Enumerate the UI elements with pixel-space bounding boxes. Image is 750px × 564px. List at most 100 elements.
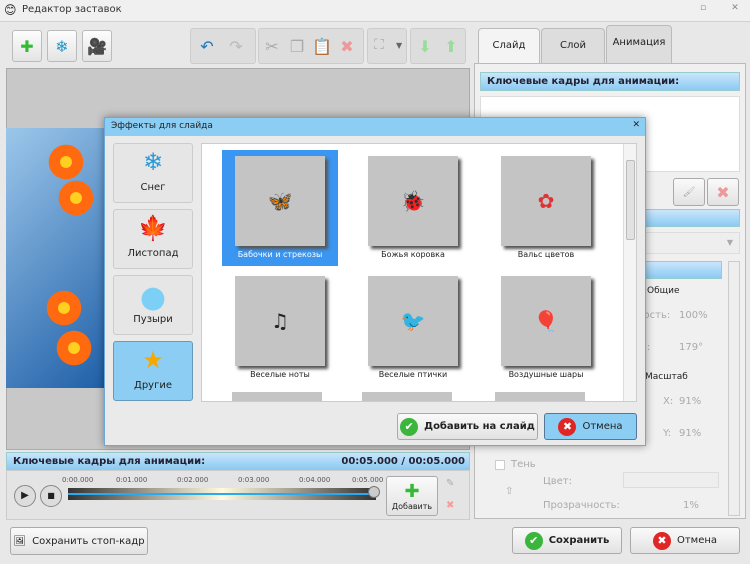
- category-other[interactable]: ★ Другие: [113, 341, 193, 401]
- add-to-slide-button[interactable]: ✔ Добавить на слайд: [397, 413, 538, 440]
- category-label: Другие: [134, 380, 172, 391]
- category-label: Листопад: [127, 248, 179, 259]
- play-button[interactable]: ▶: [14, 485, 36, 507]
- picture-icon: 🖼: [13, 535, 27, 547]
- effect-item[interactable]: 🐞 Божья коровка: [355, 150, 471, 266]
- timeline-title: Ключевые кадры для анимации:: [13, 456, 206, 467]
- arrow-up-icon[interactable]: ⇧: [505, 486, 513, 497]
- undo-icon[interactable]: ↶: [193, 30, 221, 62]
- leaf-icon: 🍁: [138, 214, 168, 242]
- dialog-close-icon[interactable]: ✕: [632, 120, 640, 130]
- effect-thumbnail: 🐦: [368, 276, 458, 366]
- effect-label: Божья коровка: [381, 250, 445, 259]
- add-to-slide-label: Добавить на слайд: [424, 421, 535, 432]
- effect-item[interactable]: ♫ Веселые ноты: [222, 270, 338, 386]
- effect-label: Веселые птички: [378, 370, 448, 379]
- effect-thumbnail: 🦋: [235, 156, 325, 246]
- cancel-label: Отмена: [676, 535, 718, 546]
- transparency-value[interactable]: 1%: [683, 500, 699, 511]
- timeline-track[interactable]: [68, 488, 376, 500]
- add-label: Добавить: [391, 502, 433, 511]
- effect-label: Веселые ноты: [250, 370, 310, 379]
- slide-preview: [6, 128, 106, 388]
- general-tab[interactable]: Общие: [647, 286, 680, 296]
- close-icon: ✖: [558, 417, 577, 436]
- scrollbar-thumb[interactable]: [626, 160, 635, 240]
- effect-thumbnail: ♫: [235, 276, 325, 366]
- delete-keyframe-icon[interactable]: ✖: [446, 500, 454, 511]
- tab-animation[interactable]: Анимация: [606, 25, 672, 64]
- title-bar: 😊 Редактор заставок ▫ ✕: [0, 0, 750, 22]
- close-button[interactable]: ✕: [728, 3, 742, 15]
- grid-scrollbar[interactable]: [623, 144, 636, 401]
- scale-x-value[interactable]: 91%: [679, 396, 701, 407]
- delete-icon[interactable]: ✖: [335, 30, 359, 62]
- tick-label: 0:04.000: [299, 476, 331, 484]
- tick-label: 0:01.000: [116, 476, 148, 484]
- color-label: Цвет:: [543, 476, 573, 487]
- cancel-button[interactable]: ✖ Отмена: [630, 527, 740, 554]
- angle-value[interactable]: 179°: [679, 342, 703, 353]
- save-frame-label: Сохранить стоп-кадр: [32, 535, 145, 547]
- move-down-icon[interactable]: ⬇: [412, 30, 438, 62]
- angle-label: :: [647, 342, 651, 353]
- edit-keyframe-icon[interactable]: ✎: [446, 478, 454, 489]
- effect-item[interactable]: 🐦 Веселые птички: [355, 270, 471, 386]
- category-snow[interactable]: ❄ Снег: [113, 143, 193, 203]
- check-icon: ✔: [400, 417, 419, 436]
- snowflake-effects-button[interactable]: ❄: [47, 30, 77, 62]
- effect-item[interactable]: ✿ Вальс цветов: [488, 150, 604, 266]
- save-frame-button[interactable]: 🖼 Сохранить стоп-кадр: [10, 527, 148, 555]
- camera-button[interactable]: 🎥: [82, 30, 112, 62]
- move-up-icon[interactable]: ⬆: [438, 30, 464, 62]
- tab-slide[interactable]: Слайд: [478, 28, 540, 64]
- effect-item[interactable]: 🦋 Бабочки и стрекозы: [222, 150, 338, 266]
- paste-icon[interactable]: 📋: [310, 30, 334, 62]
- dialog-cancel-label: Отмена: [582, 421, 623, 432]
- effect-thumbnail: 🎈: [501, 276, 591, 366]
- properties-scrollbar[interactable]: [728, 261, 740, 516]
- fit-dropdown[interactable]: ⛶ ▼: [367, 28, 407, 64]
- timeline-handle[interactable]: [368, 486, 380, 498]
- add-keyframe-button[interactable]: ✚ Добавить: [386, 476, 438, 516]
- tick-label: 0:00.000: [62, 476, 94, 484]
- tab-layer[interactable]: Слой: [541, 28, 605, 64]
- scale-x-label: X:: [663, 396, 674, 407]
- copy-icon[interactable]: ❐: [285, 30, 309, 62]
- tick-label: 0:05.000: [352, 476, 384, 484]
- minimize-button[interactable]: ▫: [696, 3, 710, 15]
- effect-label: Воздушные шары: [508, 370, 584, 379]
- tick-label: 0:03.000: [238, 476, 270, 484]
- brush-button[interactable]: 🖌: [673, 178, 705, 206]
- save-button[interactable]: ✔ Сохранить: [512, 527, 622, 554]
- transparency-label: Прозрачность:: [543, 500, 620, 511]
- flower-image: [56, 178, 96, 218]
- opacity-value[interactable]: 100%: [679, 310, 708, 321]
- scale-y-value[interactable]: 91%: [679, 428, 701, 439]
- stop-button[interactable]: ■: [40, 485, 62, 507]
- snowflake-icon: ❄: [142, 148, 164, 176]
- bubble-icon: ●: [139, 280, 167, 315]
- timeline-header: Ключевые кадры для анимации: 00:05.000 /…: [6, 452, 470, 470]
- window-title: Редактор заставок: [22, 4, 122, 15]
- delete-keyframe-button[interactable]: ✖: [707, 178, 739, 206]
- effect-item[interactable]: 🎈 Воздушные шары: [488, 270, 604, 386]
- flower-image: [54, 328, 94, 368]
- flower-image: [46, 142, 86, 182]
- shadow-color-field[interactable]: [623, 472, 719, 488]
- shadow-checkbox[interactable]: [495, 460, 505, 470]
- star-heart-icon: ★: [142, 346, 164, 374]
- category-bubbles[interactable]: ● Пузыри: [113, 275, 193, 335]
- redo-icon[interactable]: ↷: [222, 30, 250, 62]
- keyframes-header: Ключевые кадры для анимации:: [480, 72, 740, 91]
- add-slide-button[interactable]: ✚: [12, 30, 42, 62]
- save-label: Сохранить: [548, 535, 610, 546]
- effect-thumbnail-partial: [232, 392, 322, 401]
- dialog-cancel-button[interactable]: ✖ Отмена: [544, 413, 637, 440]
- category-label: Снег: [140, 182, 166, 193]
- cut-icon[interactable]: ✂: [260, 30, 284, 62]
- scale-tab[interactable]: Масштаб: [645, 372, 688, 382]
- effect-thumbnail-partial: [362, 392, 452, 401]
- effect-thumbnail: ✿: [501, 156, 591, 246]
- category-leaves[interactable]: 🍁 Листопад: [113, 209, 193, 269]
